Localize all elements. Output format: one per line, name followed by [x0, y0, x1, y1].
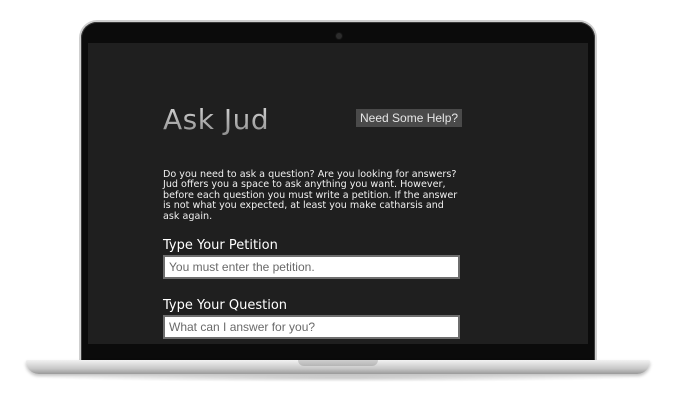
intro-text: Do you need to ask a question? Are you l… — [163, 168, 458, 222]
page-title: Ask Jud — [163, 103, 270, 136]
question-input[interactable] — [163, 315, 460, 339]
question-label: Type Your Question — [163, 298, 288, 313]
petition-label: Type Your Petition — [163, 238, 278, 253]
help-button[interactable]: Need Some Help? — [356, 109, 463, 127]
laptop-base-notch — [298, 360, 378, 366]
device-mockup: Ask Jud Need Some Help? Do you need to a… — [0, 0, 676, 406]
laptop-shadow — [40, 374, 636, 382]
webcam-icon — [336, 33, 342, 39]
app-screen: Ask Jud Need Some Help? Do you need to a… — [88, 43, 588, 344]
petition-input[interactable] — [163, 255, 460, 279]
